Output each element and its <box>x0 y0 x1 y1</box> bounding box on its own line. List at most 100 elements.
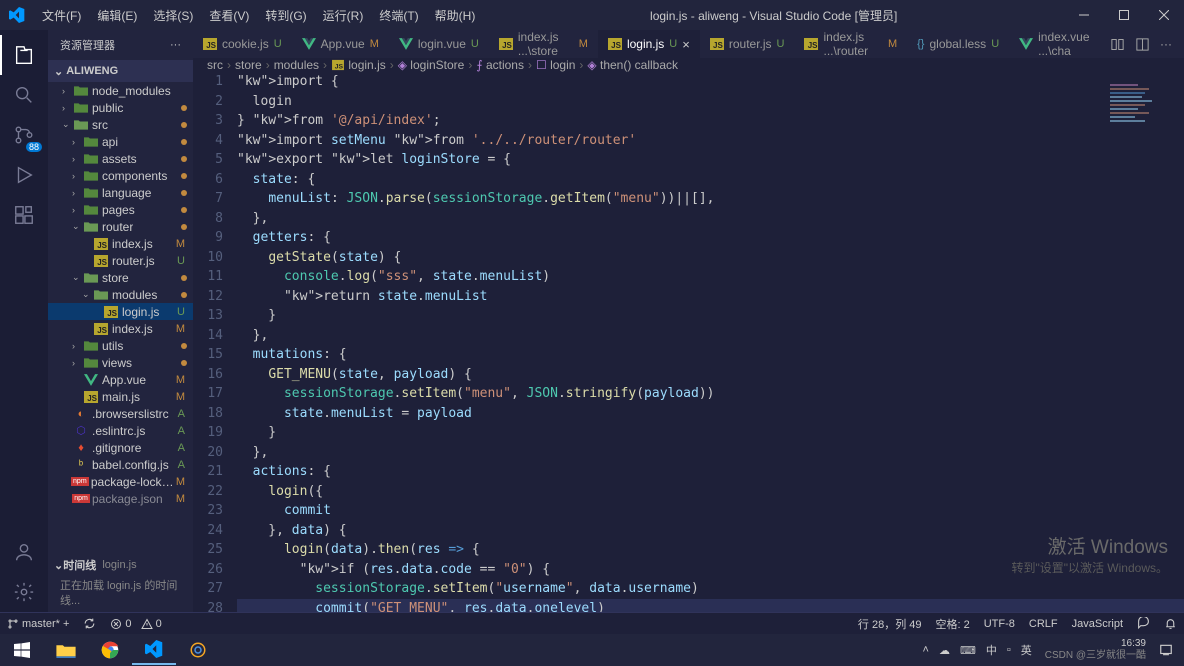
taskbar-clock[interactable]: 16:39CSDN @三岁就很一酷 <box>1037 638 1154 662</box>
tree-index.js[interactable]: JSindex.jsM <box>48 320 193 337</box>
tree-main.js[interactable]: JSmain.jsM <box>48 388 193 405</box>
tab-App.vue[interactable]: App.vueM <box>292 30 389 58</box>
tree-.gitignore[interactable]: ♦.gitignoreA <box>48 439 193 456</box>
sidebar-more-icon[interactable]: ··· <box>170 39 181 51</box>
minimize-button[interactable] <box>1064 0 1104 30</box>
tab-cookie.js[interactable]: JScookie.jsU <box>193 30 292 58</box>
sidebar-title: 资源管理器 <box>60 37 115 53</box>
tree-.browserslistrc[interactable]: ◐.browserslistrcA <box>48 405 193 422</box>
tray-up-icon[interactable]: ˄ <box>918 644 934 656</box>
breadcrumb-modules[interactable]: modules <box>274 58 319 72</box>
statusbar: master* + 0 0 行 28，列 49 空格: 2 UTF-8 CRLF… <box>0 612 1184 634</box>
tree-src[interactable]: ⌄src <box>48 116 193 133</box>
app-icon[interactable] <box>176 635 220 665</box>
tray-lang-en[interactable]: 英 <box>1016 642 1037 658</box>
tree-utils[interactable]: ›utils <box>48 337 193 354</box>
tray-lang-zh[interactable]: 中 <box>981 642 1002 658</box>
search-icon[interactable] <box>0 75 48 115</box>
tray-ime-zh[interactable]: ⌨ <box>955 644 981 657</box>
breadcrumb-loginStore[interactable]: ◈ loginStore <box>398 58 465 72</box>
tree-node_modules[interactable]: ›node_modules <box>48 82 193 99</box>
cursor-position[interactable]: 行 28，列 49 <box>851 616 929 632</box>
encoding[interactable]: UTF-8 <box>977 618 1022 630</box>
account-icon[interactable] <box>0 532 48 572</box>
notifications-icon[interactable] <box>1154 643 1178 657</box>
file-icon <box>83 340 99 352</box>
explorer-icon[interactable] <box>0 35 48 75</box>
more-icon[interactable]: ··· <box>1160 37 1172 51</box>
file-icon <box>93 289 109 301</box>
git-branch[interactable]: master* + <box>0 618 76 630</box>
source-control-icon[interactable]: 88 <box>0 115 48 155</box>
menu-编辑(E)[interactable]: 编辑(E) <box>89 7 145 24</box>
problems[interactable]: 0 0 <box>103 618 168 630</box>
tray-onedrive-icon[interactable]: ☁ <box>934 644 955 657</box>
file-icon: JS <box>83 391 99 403</box>
language-mode[interactable]: JavaScript <box>1065 618 1130 630</box>
windows-start-icon[interactable] <box>0 635 44 665</box>
tab-router.js[interactable]: JSrouter.jsU <box>700 30 795 58</box>
tab-index.js ...\store[interactable]: JSindex.js ...\storeM <box>489 30 598 58</box>
menu-运行(R)[interactable]: 运行(R) <box>315 7 372 24</box>
compare-icon[interactable] <box>1110 37 1125 52</box>
timeline-header[interactable]: ⌄ 时间线 login.js <box>48 554 193 576</box>
menu-转到(G)[interactable]: 转到(G) <box>257 7 314 24</box>
menu-选择(S)[interactable]: 选择(S) <box>145 7 201 24</box>
tree-components[interactable]: ›components <box>48 167 193 184</box>
debug-icon[interactable] <box>0 155 48 195</box>
tree-index.js[interactable]: JSindex.jsM <box>48 235 193 252</box>
tree-.eslintrc.js[interactable]: ⬡.eslintrc.jsA <box>48 422 193 439</box>
breadcrumb-src[interactable]: src <box>207 58 223 72</box>
tab-login.vue[interactable]: login.vueU <box>389 30 489 58</box>
menu-查看(V)[interactable]: 查看(V) <box>201 7 257 24</box>
menu-终端(T)[interactable]: 终端(T) <box>371 7 426 24</box>
tree-App.vue[interactable]: App.vueM <box>48 371 193 388</box>
maximize-button[interactable] <box>1104 0 1144 30</box>
tree-router[interactable]: ⌄router <box>48 218 193 235</box>
tree-api[interactable]: ›api <box>48 133 193 150</box>
file-icon: JS <box>710 38 724 51</box>
split-icon[interactable] <box>1135 37 1150 52</box>
menu-帮助(H)[interactable]: 帮助(H) <box>427 7 484 24</box>
tree-login.js[interactable]: JSlogin.jsU <box>48 303 193 320</box>
tree-pages[interactable]: ›pages <box>48 201 193 218</box>
file-icon <box>73 102 89 114</box>
breadcrumb-store[interactable]: store <box>235 58 262 72</box>
tray-ime-box[interactable]: ▫ <box>1002 644 1016 656</box>
tab-index.js ...\router[interactable]: JSindex.js ...\routerM <box>794 30 907 58</box>
breadcrumb-then() callback[interactable]: ◈ then() callback <box>587 58 678 72</box>
bell-icon[interactable] <box>1157 617 1184 630</box>
workspace-root[interactable]: ⌄ALIWENG <box>48 60 193 82</box>
feedback-icon[interactable] <box>1130 617 1157 630</box>
tree-babel.config.js[interactable]: ᵇbabel.config.jsA <box>48 456 193 473</box>
tree-assets[interactable]: ›assets <box>48 150 193 167</box>
indent[interactable]: 空格: 2 <box>929 616 977 632</box>
chrome-icon[interactable] <box>88 635 132 665</box>
breadcrumb[interactable]: src› store› modules›JS login.js›◈ loginS… <box>193 58 1184 72</box>
code-content[interactable]: "kw">import { login} "kw">from '@/api/in… <box>237 72 1184 612</box>
explorer-taskbar-icon[interactable] <box>44 635 88 665</box>
tree-store[interactable]: ⌄store <box>48 269 193 286</box>
settings-icon[interactable] <box>0 572 48 612</box>
eol[interactable]: CRLF <box>1022 618 1065 630</box>
tree-views[interactable]: ›views <box>48 354 193 371</box>
tree-language[interactable]: ›language <box>48 184 193 201</box>
tree-package.json[interactable]: npmpackage.jsonM <box>48 490 193 507</box>
tab-global.less[interactable]: {}global.lessU <box>907 30 1009 58</box>
tree-modules[interactable]: ⌄modules <box>48 286 193 303</box>
close-tab-icon[interactable]: × <box>682 37 690 52</box>
menu-文件(F)[interactable]: 文件(F) <box>34 7 89 24</box>
tree-public[interactable]: ›public <box>48 99 193 116</box>
tree-router.js[interactable]: JSrouter.jsU <box>48 252 193 269</box>
sync-icon[interactable] <box>76 617 103 630</box>
vscode-taskbar-icon[interactable] <box>132 635 176 665</box>
tab-index.vue ...\cha[interactable]: index.vue ...\cha <box>1009 30 1110 58</box>
tree-package-lock.json[interactable]: npmpackage-lock.jsonM <box>48 473 193 490</box>
breadcrumb-login[interactable]: ☐ login <box>536 58 575 72</box>
extensions-icon[interactable] <box>0 195 48 235</box>
breadcrumb-actions[interactable]: ⨍ actions <box>476 58 524 72</box>
minimap[interactable] <box>1110 84 1180 144</box>
close-button[interactable] <box>1144 0 1184 30</box>
breadcrumb-login.js[interactable]: JS login.js <box>331 58 386 72</box>
tab-login.js[interactable]: JSlogin.jsU× <box>598 30 700 58</box>
